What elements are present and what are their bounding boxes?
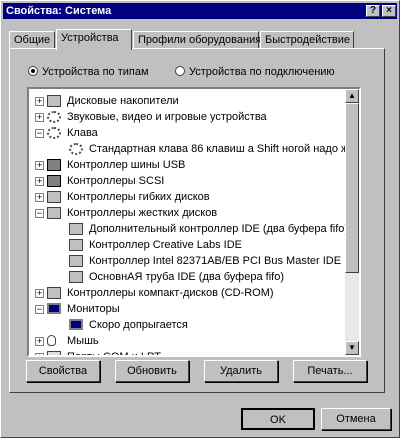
help-button[interactable]: ? (366, 5, 380, 17)
tab-performance[interactable]: Быстродействие (260, 31, 354, 49)
device-label: Мониторы (67, 303, 120, 315)
hdd-controller-icon (69, 255, 83, 267)
device-tree-item[interactable]: Контроллер Intel 82371AB/EB PCI Bus Mast… (29, 253, 347, 269)
device-tree-category[interactable]: + Контроллеры SCSI (29, 173, 347, 189)
tab-devices[interactable]: Устройства (56, 29, 132, 50)
device-label: Контроллер Creative Labs IDE (89, 239, 243, 251)
expand-icon[interactable]: + (35, 337, 44, 346)
tab-bar: Общие Устройства Профили оборудования Бы… (9, 29, 391, 50)
device-tree-category[interactable]: + Контроллеры компакт-дисков (CD-ROM) (29, 285, 347, 301)
radio-by-type-label: Устройства по типам (42, 66, 149, 78)
device-tree[interactable]: + Порты COM и LPT + Мышь Скоро допрыгается − М… (27, 87, 361, 357)
radio-by-type[interactable]: Устройства по типам (28, 65, 149, 79)
collapse-icon[interactable]: − (35, 129, 44, 138)
radio-selected-icon (28, 66, 38, 76)
window-title: Свойства: Система (6, 5, 112, 17)
device-label: Порты COM и LPT (67, 351, 161, 357)
keyboard-icon (69, 143, 83, 155)
device-label: Контроллеры жестких дисков (67, 207, 218, 219)
radio-by-connection[interactable]: Устройства по подключению (175, 65, 335, 79)
device-label: Стандартная клава 86 клавиш а Shift ного… (89, 143, 361, 155)
device-label: Дополнительный контроллер IDE (два буфер… (89, 223, 349, 235)
device-label: Контроллер шины USB (67, 159, 186, 171)
disk-icon (47, 95, 61, 107)
title-bar: Свойства: Система ? × (3, 3, 397, 19)
device-label: Контроллер Intel 82371AB/EB PCI Bus Mast… (89, 255, 342, 267)
device-tree-item[interactable]: Стандартная клава 86 клавиш а Shift ного… (29, 141, 359, 157)
device-tree-category[interactable]: + Звуковые, видео и игровые устройства (29, 109, 347, 125)
print-button[interactable]: Печать... (293, 360, 367, 382)
radio-unselected-icon (175, 66, 185, 76)
ok-button[interactable]: OK (241, 408, 315, 430)
device-tree-category[interactable]: + Мышь (29, 333, 347, 349)
monitor-icon (69, 319, 83, 330)
close-button[interactable]: × (382, 5, 396, 17)
expand-icon[interactable]: + (35, 289, 44, 298)
device-label: Контроллеры компакт-дисков (CD-ROM) (67, 287, 274, 299)
device-label: ОсновнАЯ труба IDE (два буфера fifo) (89, 271, 284, 283)
scroll-down-icon[interactable]: ▼ (345, 341, 359, 355)
device-label: Контроллеры SCSI (67, 175, 165, 187)
tab-hardware-profiles[interactable]: Профили оборудования (133, 31, 261, 49)
monitor-icon (47, 303, 61, 314)
device-tree-item[interactable]: Дополнительный контроллер IDE (два буфер… (29, 221, 349, 237)
expand-icon[interactable]: + (35, 97, 44, 106)
device-label: Клава (67, 127, 98, 139)
device-tree-item[interactable]: ОсновнАЯ труба IDE (два буфера fifo) (29, 269, 347, 285)
keyboard-icon (47, 127, 61, 139)
device-tree-category[interactable]: + Контроллеры гибких дисков (29, 189, 347, 205)
device-label: Скоро допрыгается (89, 319, 188, 331)
device-tree-item[interactable]: Скоро допрыгается (29, 317, 347, 333)
device-tree-category[interactable]: + Дисковые накопители (29, 93, 347, 109)
device-label: Мышь (67, 335, 99, 347)
usb-icon (47, 159, 61, 171)
device-tree-category[interactable]: + Контроллер шины USB (29, 157, 347, 173)
expand-icon[interactable]: + (35, 177, 44, 186)
device-tree-category[interactable]: − Мониторы (29, 301, 347, 317)
vertical-scrollbar[interactable]: ▲ ▼ (345, 89, 359, 355)
device-tree-category[interactable]: − Клава (29, 125, 347, 141)
port-icon (47, 351, 61, 355)
scroll-up-icon[interactable]: ▲ (345, 89, 359, 103)
radio-by-connection-label: Устройства по подключению (189, 66, 335, 78)
expand-icon[interactable]: + (35, 193, 44, 202)
hdd-controller-icon (47, 207, 61, 219)
floppy-controller-icon (47, 191, 61, 203)
device-label: Звуковые, видео и игровые устройства (67, 111, 267, 123)
expand-icon[interactable]: + (35, 161, 44, 170)
device-label: Контроллеры гибких дисков (67, 191, 210, 203)
device-tree-item[interactable]: Контроллер Creative Labs IDE (29, 237, 347, 253)
device-label: Дисковые накопители (67, 95, 179, 107)
hdd-controller-icon (69, 239, 83, 251)
collapse-icon[interactable]: − (35, 305, 44, 314)
expand-icon[interactable]: + (35, 113, 44, 122)
system-properties-window: Свойства: Система ? × Общие Устройства П… (0, 0, 400, 438)
expand-icon[interactable]: + (35, 353, 44, 355)
scsi-icon (47, 175, 61, 187)
device-tree-category[interactable]: − Контроллеры жестких дисков (29, 205, 347, 221)
cdrom-controller-icon (47, 287, 61, 299)
mouse-icon (47, 335, 56, 346)
refresh-button[interactable]: Обновить (115, 360, 189, 382)
remove-button[interactable]: Удалить (204, 360, 278, 382)
cancel-button[interactable]: Отмена (321, 408, 391, 430)
device-tree-category[interactable]: + Порты COM и LPT (29, 349, 347, 357)
collapse-icon[interactable]: − (35, 209, 44, 218)
hdd-controller-icon (69, 223, 83, 235)
scroll-thumb[interactable] (345, 103, 359, 273)
tab-general[interactable]: Общие (9, 31, 55, 49)
properties-button[interactable]: Свойства (26, 360, 100, 382)
speaker-icon (47, 111, 61, 123)
hdd-controller-icon (69, 271, 83, 283)
